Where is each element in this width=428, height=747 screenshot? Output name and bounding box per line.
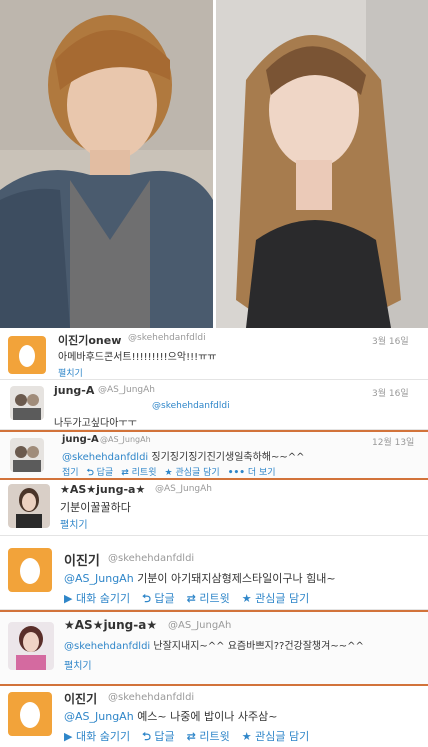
more-label: 더 보기 <box>247 468 276 478</box>
favorite-button[interactable]: ★ 관심글 담기 <box>164 465 219 481</box>
tweet-1: 이진기onew @skehehdanfdldi 3월 16일 아메바후드콘서트!… <box>0 328 428 380</box>
tweet-mention[interactable]: @AS_JungAh <box>64 572 134 585</box>
tweet-author-name[interactable]: jung-A <box>54 384 94 397</box>
retweet-icon: ⇄ <box>121 468 129 478</box>
tweet-author-handle[interactable]: @skehehdanfdldi <box>108 553 194 564</box>
tweet-author-handle[interactable]: @AS_JungAh <box>100 435 151 444</box>
tweet-body: 징기징기징기진기생일축하해~~^^ <box>151 452 305 463</box>
expand-link[interactable]: 펼치기 <box>58 366 83 379</box>
tweet-date[interactable]: 3월 16일 <box>372 334 409 347</box>
photo-collage <box>0 0 428 328</box>
tweet-actions: 접기 ⮌ 답글 ⇄ 리트윗 ★ 관심글 담기 ••• 더 보기 <box>62 465 276 481</box>
tweet-mention[interactable]: @skehehdanfdldi <box>64 641 150 652</box>
reply-label: 답글 <box>154 730 175 743</box>
tweet-body: 기분이 아기돼지삼형제스타일이구나 힘내~ <box>137 572 336 585</box>
favorite-label: 관심글 담기 <box>255 592 310 605</box>
star-icon: ★ <box>241 592 252 605</box>
tweet-author-handle[interactable]: @AS_JungAh <box>168 620 231 631</box>
tweet-author-handle[interactable]: @AS_JungAh <box>98 385 155 395</box>
tweet-2: jung-A @AS_JungAh 3월 16일 @skehehdanfdldi… <box>0 380 428 430</box>
hide-conversation-label: 대화 숨기기 <box>75 592 131 605</box>
tweet-text: @skehehdanfdldi 징기징기징기진기생일축하해~~^^ <box>62 448 305 463</box>
tweet-date[interactable]: 3월 16일 <box>372 386 409 399</box>
tweet-actions: ▶ 대화 숨기기 ⮌ 답글 ⇄ 리트윗 ★ 관심글 담기 <box>64 590 309 609</box>
more-icon: ••• <box>227 468 245 478</box>
tweet-body: 난잘지내지~^^ 요즘바쁘지??건강잘챙겨~~^^ <box>153 641 364 652</box>
retweet-icon: ⇄ <box>186 730 196 743</box>
retweet-button[interactable]: ⇄ 리트윗 <box>121 465 156 481</box>
avatar[interactable] <box>8 484 50 528</box>
tweet-3: jung-A @AS_JungAh 12월 13일 @skehehdanfdld… <box>0 430 428 480</box>
retweet-label: 리트윗 <box>199 730 230 743</box>
favorite-button[interactable]: ★ 관심글 담기 <box>242 728 309 747</box>
photo-right <box>216 0 428 328</box>
star-icon: ★ <box>241 730 252 743</box>
tweet-author-name[interactable]: jung-A <box>62 434 99 445</box>
tweet-mention[interactable]: @AS_JungAh <box>64 710 134 723</box>
tweet-author-name[interactable]: ★AS★jung-a★ <box>64 618 157 632</box>
tweet-text: @AS_JungAh 기분이 아기돼지삼형제스타일이구나 힘내~ <box>64 570 336 586</box>
conversation-icon: ▶ <box>64 592 73 605</box>
avatar[interactable] <box>8 622 54 670</box>
avatar[interactable] <box>10 386 44 420</box>
collapse-label: 접기 <box>62 468 79 478</box>
tweet-text: 아메바후드콘서트!!!!!!!!!으악!!!ㅠㅠ <box>58 352 217 363</box>
hide-conversation-button[interactable]: ▶ 대화 숨기기 <box>64 728 130 747</box>
tweet-author-handle[interactable]: @skehehdanfdldi <box>108 692 194 703</box>
retweet-button[interactable]: ⇄ 리트윗 <box>187 590 230 609</box>
collapse-button[interactable]: 접기 <box>62 465 79 481</box>
tweet-5: 이진기 @skehehdanfdldi @AS_JungAh 기분이 아기돼지삼… <box>0 536 428 610</box>
tweet-author-handle[interactable]: @AS_JungAh <box>155 484 212 494</box>
tweet-body: 예스~ 나중에 밥이나 사주삼~ <box>137 710 278 723</box>
tweet-text: 나두가고싶다아ㅜㅜ <box>54 418 137 429</box>
reply-button[interactable]: ⮌ 답글 <box>87 465 114 481</box>
avatar[interactable] <box>10 438 44 472</box>
reply-label: 답글 <box>154 592 175 605</box>
tweet-text: @skehehdanfdldi 난잘지내지~^^ 요즘바쁘지??건강잘챙겨~~^… <box>64 637 364 652</box>
tweet-author-handle[interactable]: @skehehdanfdldi <box>128 333 206 343</box>
retweet-button[interactable]: ⇄ 리트윗 <box>187 728 230 747</box>
egg-icon[interactable] <box>8 336 46 374</box>
photo-left <box>0 0 213 328</box>
tweet-6: ★AS★jung-a★ @AS_JungAh @skehehdanfdldi 난… <box>0 610 428 686</box>
favorite-label: 관심글 담기 <box>175 468 220 478</box>
conversation-icon: ▶ <box>64 730 73 743</box>
tweet-text: @AS_JungAh 예스~ 나중에 밥이나 사주삼~ <box>64 708 277 724</box>
egg-icon[interactable] <box>8 548 52 592</box>
reply-button[interactable]: ⮌ 답글 <box>142 590 175 609</box>
more-button[interactable]: ••• 더 보기 <box>228 465 276 481</box>
reply-icon: ⮌ <box>142 730 151 743</box>
expand-link[interactable]: 펼치기 <box>64 657 92 672</box>
retweet-label: 리트윗 <box>199 592 230 605</box>
expand-link[interactable]: 펼치기 <box>60 516 88 531</box>
reply-label: 답글 <box>96 468 114 478</box>
egg-icon[interactable] <box>8 692 52 736</box>
retweet-icon: ⇄ <box>186 592 196 605</box>
tweet-author-name[interactable]: 이진기onew <box>58 332 121 348</box>
retweet-label: 리트윗 <box>131 468 157 478</box>
reply-button[interactable]: ⮌ 답글 <box>142 728 175 747</box>
tweet-text: 기분이꿀꿀하다 <box>60 501 131 514</box>
tweet-4: ★AS★jung-a★ @AS_JungAh 기분이꿀꿀하다 펼치기 <box>0 480 428 536</box>
tweet-mention[interactable]: @skehehdanfdldi <box>152 401 230 411</box>
tweet-7: 이진기 @skehehdanfdldi @AS_JungAh 예스~ 나중에 밥… <box>0 686 428 747</box>
tweet-author-name[interactable]: 이진기 <box>64 690 97 707</box>
star-icon: ★ <box>164 468 173 478</box>
tweet-date[interactable]: 12월 13일 <box>372 435 414 448</box>
favorite-button[interactable]: ★ 관심글 담기 <box>242 590 309 609</box>
tweet-actions: ▶ 대화 숨기기 ⮌ 답글 ⇄ 리트윗 ★ 관심글 담기 <box>64 728 309 747</box>
tweet-author-name[interactable]: 이진기 <box>64 550 100 569</box>
hide-conversation-label: 대화 숨기기 <box>75 730 131 743</box>
hide-conversation-button[interactable]: ▶ 대화 숨기기 <box>64 590 130 609</box>
reply-icon: ⮌ <box>86 468 94 478</box>
tweet-mention[interactable]: @skehehdanfdldi <box>62 452 148 463</box>
favorite-label: 관심글 담기 <box>255 730 310 743</box>
tweet-author-name[interactable]: ★AS★jung-a★ <box>60 483 145 496</box>
reply-icon: ⮌ <box>142 592 151 605</box>
